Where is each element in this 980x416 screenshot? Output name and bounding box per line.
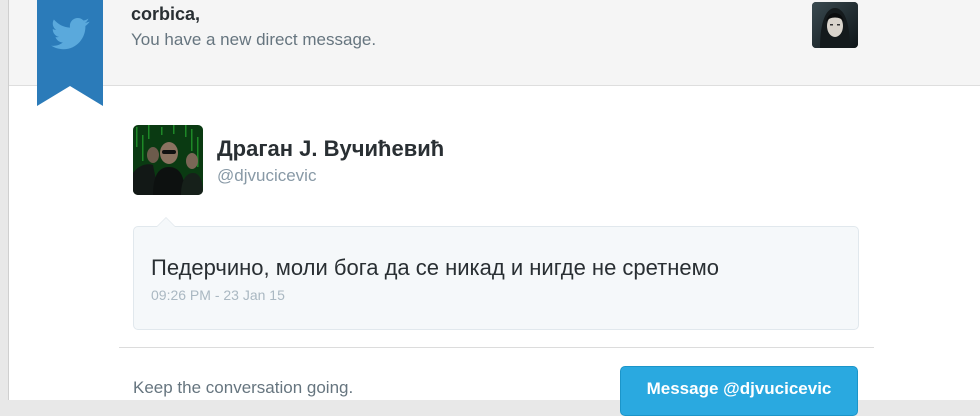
message-bubble: Педерчино, моли бога да се никад и нигде… (133, 217, 859, 330)
new-message-notice: You have a new direct message. (131, 30, 377, 49)
sender-handle[interactable]: @djvucicevic (217, 166, 316, 186)
sender-avatar[interactable] (133, 125, 203, 195)
keep-conversation-prompt: Keep the conversation going. (133, 378, 354, 397)
recipient-name: corbica, (131, 4, 201, 24)
message-timestamp[interactable]: 09:26 PM - 23 Jan 15 (151, 287, 285, 303)
sender-name[interactable]: Драган Ј. Вучићевић (217, 136, 444, 162)
divider (119, 347, 874, 348)
notification-email: corbica, You have a new direct message. (8, 0, 980, 416)
recipient-avatar[interactable] (812, 2, 858, 48)
bubble-tail (156, 217, 176, 227)
message-button[interactable]: Message @djvucicevic (620, 366, 858, 416)
message-text: Педерчино, моли бога да се никад и нигде… (151, 255, 719, 280)
email-header: corbica, You have a new direct message. (9, 0, 980, 86)
twitter-ribbon (37, 0, 103, 106)
